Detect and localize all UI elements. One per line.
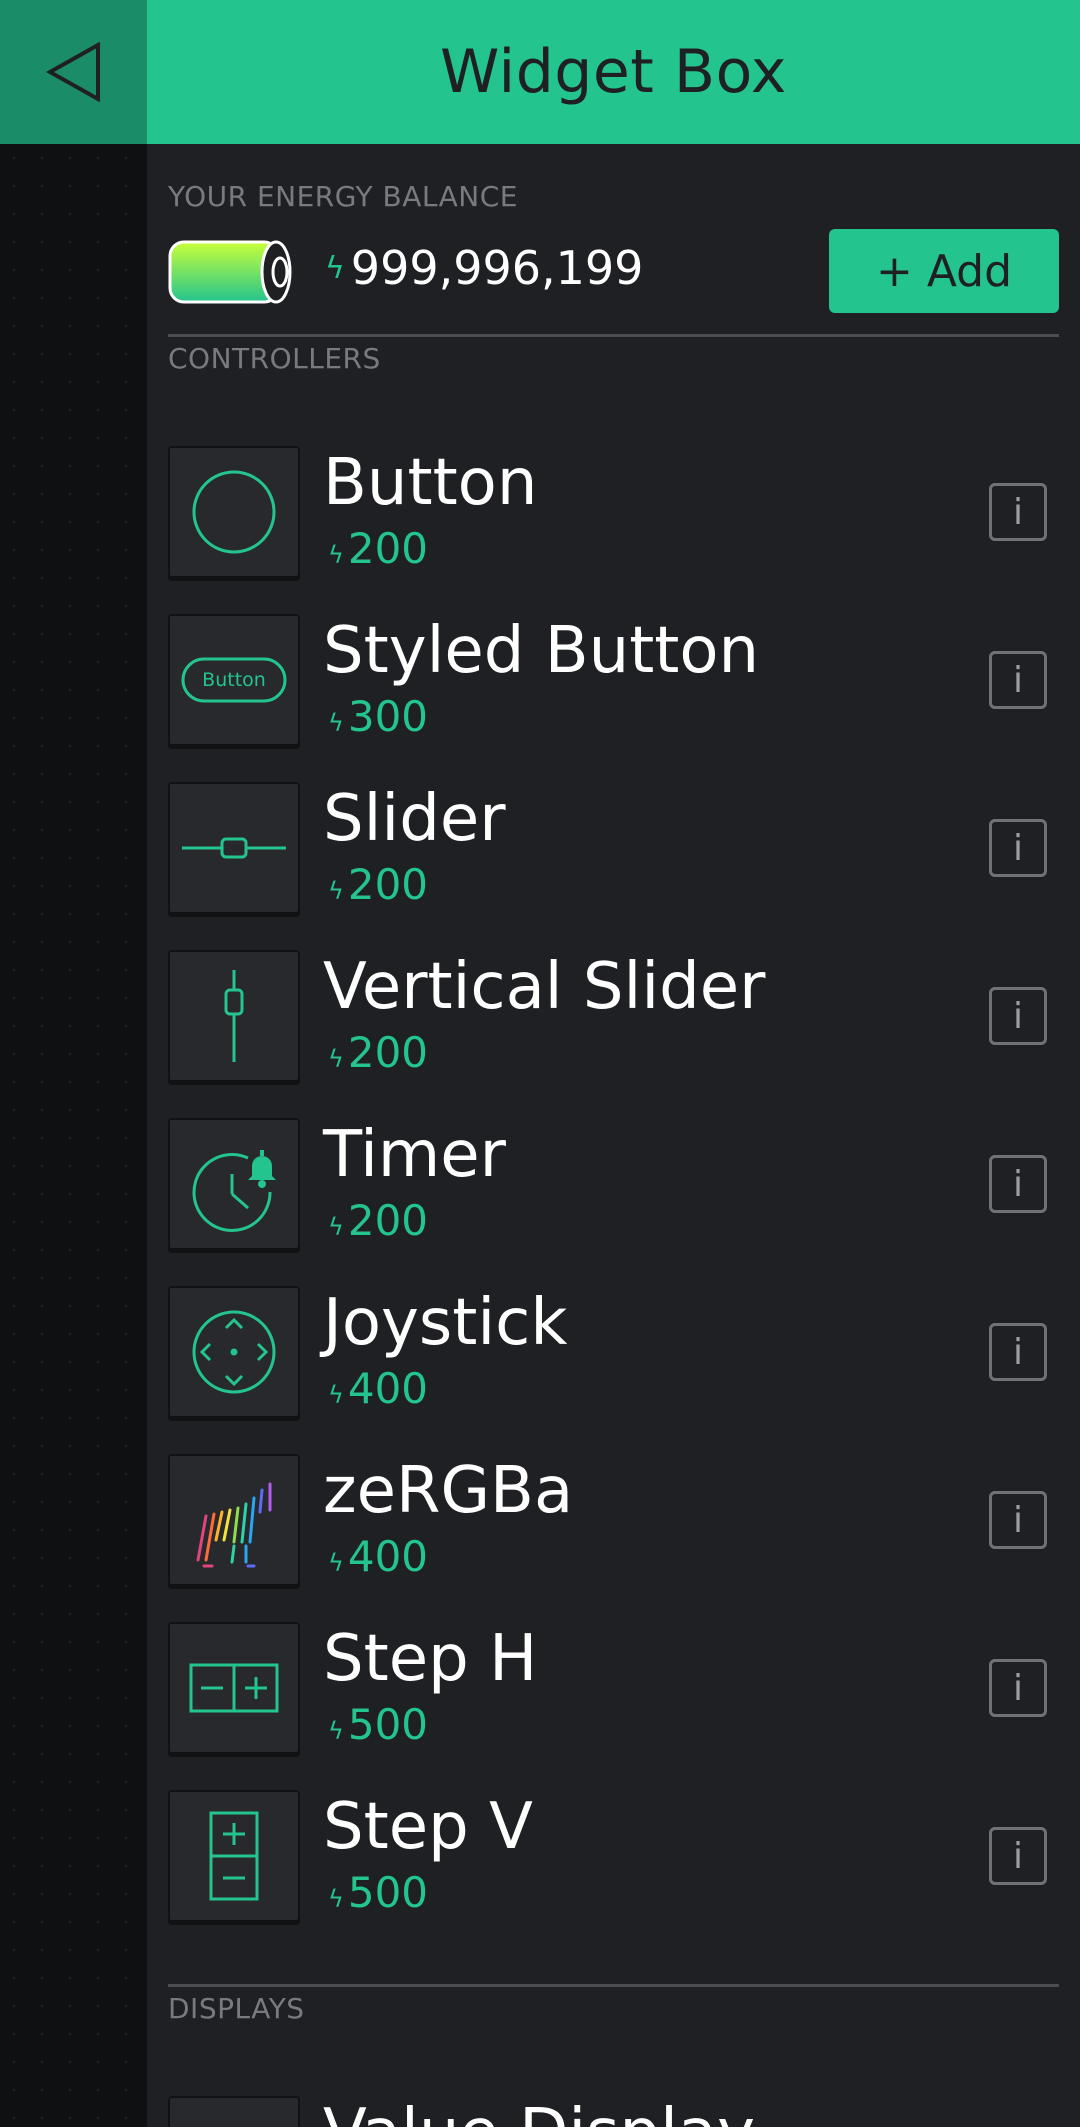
energy-bolt-icon: ϟ [328, 877, 344, 905]
widget-price-value: 500 [347, 1868, 429, 1917]
widget-price: ϟ500 [328, 1868, 428, 1924]
styled-button-icon-text: Button [202, 669, 266, 691]
info-button[interactable]: i [989, 483, 1047, 541]
widget-name: Timer [323, 1118, 506, 1192]
widget-price-value: 400 [347, 1532, 429, 1581]
info-button[interactable]: i [989, 651, 1047, 709]
widget-price-value: 400 [347, 1364, 429, 1413]
info-button[interactable]: i [989, 987, 1047, 1045]
controllers-section-label: CONTROLLERS [168, 342, 381, 375]
widget-price-value: 300 [347, 692, 429, 741]
widget-price-value: 200 [347, 860, 429, 909]
widget-item-value-display[interactable]: Value Display [168, 2096, 1059, 2127]
step-v-icon [168, 1790, 300, 1922]
energy-bolt-icon: ϟ [328, 1045, 344, 1073]
button-icon [168, 446, 300, 578]
add-energy-button[interactable]: + Add [829, 229, 1059, 313]
widget-name: Styled Button [323, 614, 760, 688]
divider [168, 334, 1059, 337]
energy-bolt-icon: ϟ [328, 1885, 344, 1913]
widget-item-styled-button[interactable]: Button Styled Button ϟ300 i [168, 614, 1059, 746]
info-button[interactable]: i [989, 1827, 1047, 1885]
styled-button-icon: Button [168, 614, 300, 746]
info-button[interactable]: i [989, 1155, 1047, 1213]
widget-price-value: 200 [347, 1028, 429, 1077]
widget-item-joystick[interactable]: Joystick ϟ400 i [168, 1286, 1059, 1418]
zergba-icon [168, 1454, 300, 1586]
vertical-slider-icon [168, 950, 300, 1082]
widget-price: ϟ300 [328, 692, 428, 748]
info-button[interactable]: i [989, 1659, 1047, 1717]
timer-icon [168, 1118, 300, 1250]
widget-name: Value Display [323, 2096, 755, 2127]
widget-item-zergba[interactable]: zeRGBa ϟ400 i [168, 1454, 1059, 1586]
displays-section-label: DISPLAYS [168, 1992, 305, 2025]
widget-item-step-v[interactable]: Step V ϟ500 i [168, 1790, 1059, 1922]
joystick-icon [168, 1286, 300, 1418]
slider-icon [168, 782, 300, 914]
energy-balance-label: YOUR ENERGY BALANCE [168, 180, 518, 213]
widget-price: ϟ200 [328, 860, 428, 916]
widget-item-timer[interactable]: Timer ϟ200 i [168, 1118, 1059, 1250]
widget-name: Step V [323, 1790, 533, 1864]
widget-item-vertical-slider[interactable]: Vertical Slider ϟ200 i [168, 950, 1059, 1082]
widget-price-value: 500 [347, 1700, 429, 1749]
widget-price: ϟ400 [328, 1532, 428, 1588]
battery-icon [168, 240, 292, 304]
widget-name: Step H [323, 1622, 538, 1696]
canvas-background [0, 144, 147, 2127]
value-display-icon [168, 2096, 300, 2127]
step-h-icon [168, 1622, 300, 1754]
energy-amount: 999,996,199 [350, 241, 644, 295]
back-arrow-icon [45, 41, 100, 103]
widget-price: ϟ200 [328, 524, 428, 580]
widget-name: Button [323, 446, 538, 520]
widget-price-value: 200 [347, 524, 429, 573]
back-button[interactable] [0, 0, 147, 144]
info-button[interactable]: i [989, 1323, 1047, 1381]
widget-name: Joystick [323, 1286, 568, 1360]
energy-balance-value: ϟ 999,996,199 [325, 241, 643, 295]
energy-bolt-icon: ϟ [325, 250, 345, 286]
divider [168, 1984, 1059, 1987]
widget-item-slider[interactable]: Slider ϟ200 i [168, 782, 1059, 914]
widget-name: zeRGBa [323, 1454, 574, 1528]
widget-price: ϟ500 [328, 1700, 428, 1756]
info-button[interactable]: i [989, 1491, 1047, 1549]
widget-box-panel[interactable]: YOUR ENERGY BALANCE ϟ 999,996,199 + Add [147, 144, 1080, 2127]
widget-price: ϟ400 [328, 1364, 428, 1420]
energy-bolt-icon: ϟ [328, 709, 344, 737]
widget-price: ϟ200 [328, 1028, 428, 1084]
energy-bolt-icon: ϟ [328, 541, 344, 569]
widget-name: Slider [323, 782, 506, 856]
header: Widget Box [147, 0, 1080, 144]
energy-bolt-icon: ϟ [328, 1717, 344, 1745]
screen: Widget Box YOUR ENERGY BALANCE ϟ 999,996… [0, 0, 1080, 2127]
energy-bolt-icon: ϟ [328, 1213, 344, 1241]
energy-bolt-icon: ϟ [328, 1381, 344, 1409]
widget-name: Vertical Slider [323, 950, 766, 1024]
widget-price: ϟ200 [328, 1196, 428, 1252]
energy-bolt-icon: ϟ [328, 1549, 344, 1577]
energy-row: ϟ 999,996,199 + Add [168, 229, 1059, 319]
widget-item-step-h[interactable]: Step H ϟ500 i [168, 1622, 1059, 1754]
page-title: Widget Box [440, 37, 787, 107]
widget-item-button[interactable]: Button ϟ200 i [168, 446, 1059, 578]
info-button[interactable]: i [989, 819, 1047, 877]
widget-price-value: 200 [347, 1196, 429, 1245]
